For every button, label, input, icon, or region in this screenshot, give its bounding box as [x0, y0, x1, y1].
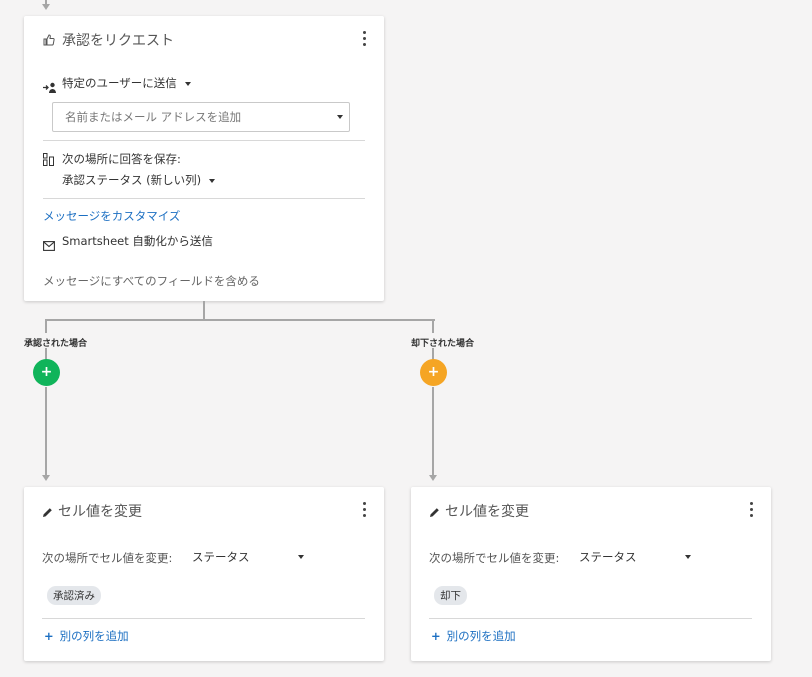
branch-horizontal-line [45, 319, 435, 321]
thumbs-up-icon [43, 31, 55, 50]
approval-divider-1 [43, 140, 365, 141]
send-to-label: 特定のユーザーに送信 [62, 76, 177, 90]
send-to-user-icon [43, 78, 56, 97]
column-save-icon [43, 151, 54, 170]
approval-divider-2 [43, 198, 365, 199]
rejected-branch-line-bottom [432, 387, 434, 475]
rejected-divider [429, 618, 752, 619]
rejected-add-column-link[interactable]: + 別の列を追加 [431, 628, 516, 644]
rejected-add-step-button[interactable]: + [420, 359, 447, 386]
mail-icon [43, 236, 55, 255]
send-from-label: Smartsheet 自動化から送信 [62, 234, 213, 248]
approved-add-column-link[interactable]: + 別の列を追加 [44, 628, 129, 644]
recipient-placeholder: 名前またはメール アドレスを追加 [65, 110, 242, 124]
chevron-down-icon [184, 81, 191, 86]
add-icon: + [431, 629, 441, 643]
add-icon: + [44, 629, 54, 643]
rejected-card-title: セル値を変更 [445, 504, 529, 520]
approval-card-menu-icon[interactable] [356, 28, 372, 48]
rejected-branch-label: 却下された場合 [411, 339, 475, 349]
approved-action-card: セル値を変更 次の場所でセル値を変更: ステータス 承認済み + 別の列を追加 [24, 487, 384, 661]
send-to-dropdown[interactable]: 特定のユーザーに送信 [62, 75, 191, 91]
approval-request-card: 承認をリクエスト 特定のユーザーに送信 名前またはメール アドレスを追加 次の場… [24, 16, 384, 301]
include-fields-label[interactable]: メッセージにすべてのフィールドを含める [43, 273, 260, 289]
rejected-column-dropdown[interactable]: ステータス [579, 549, 691, 565]
rejected-change-label: 次の場所でセル値を変更: [429, 551, 560, 565]
approved-add-column-label: 別の列を追加 [59, 629, 129, 643]
branch-trunk-line [203, 301, 205, 321]
approved-card-menu-icon[interactable] [356, 499, 372, 519]
approved-branch-label: 承認された場合 [24, 339, 88, 349]
approved-card-title: セル値を変更 [58, 504, 142, 520]
approval-card-title: 承認をリクエスト [62, 33, 174, 49]
recipient-dropdown-icon[interactable] [337, 115, 343, 119]
rejected-action-card: セル値を変更 次の場所でセル値を変更: ステータス 却下 + 別の列を追加 [411, 487, 771, 661]
approved-branch-line-bottom [45, 387, 47, 475]
rejected-branch-line-top [432, 319, 434, 333]
approved-branch-arrow [42, 475, 50, 481]
save-response-dropdown[interactable]: 承認ステータス (新しい列) [62, 172, 216, 188]
chevron-down-icon [298, 555, 304, 559]
approved-branch-line-top [45, 319, 47, 333]
rejected-branch-arrow [429, 475, 437, 481]
approved-add-step-button[interactable]: + [33, 359, 60, 386]
pencil-icon [429, 503, 440, 522]
approved-column-dropdown[interactable]: ステータス [192, 549, 304, 565]
rejected-card-menu-icon[interactable] [743, 499, 759, 519]
pencil-icon [42, 503, 53, 522]
save-response-value: 承認ステータス (新しい列) [62, 173, 202, 187]
rejected-add-column-label: 別の列を追加 [446, 629, 516, 643]
rejected-column-value: ステータス [579, 550, 637, 564]
recipient-input[interactable]: 名前またはメール アドレスを追加 [52, 102, 350, 132]
approved-value-chip[interactable]: 承認済み [47, 586, 101, 605]
top-connector-arrow [42, 4, 50, 10]
chevron-down-icon [209, 178, 216, 183]
rejected-value-chip[interactable]: 却下 [434, 586, 467, 605]
approved-column-value: ステータス [192, 550, 250, 564]
save-response-label: 次の場所に回答を保存: [62, 152, 181, 166]
approved-change-label: 次の場所でセル値を変更: [42, 551, 173, 565]
approved-divider [42, 618, 365, 619]
customize-message-link[interactable]: メッセージをカスタマイズ [43, 208, 180, 224]
chevron-down-icon [685, 555, 691, 559]
